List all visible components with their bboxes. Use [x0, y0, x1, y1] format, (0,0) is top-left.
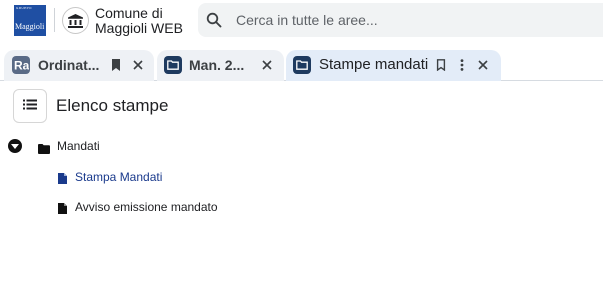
list-icon — [23, 97, 37, 115]
tab-label: Stampe mandati — [319, 56, 429, 73]
bookmark-icon[interactable] — [108, 57, 124, 73]
close-icon[interactable] — [130, 57, 146, 73]
app-header: GRUPPO Maggioli Comune di Maggioli WEB — [0, 0, 603, 42]
page-title: Elenco stampe — [56, 96, 169, 115]
tab-ordinativi[interactable]: Ra Ordinat... — [4, 50, 154, 81]
folder-icon — [38, 141, 50, 154]
folder-app-icon — [293, 56, 311, 74]
folder-app-icon — [164, 56, 182, 74]
header-divider — [54, 8, 55, 32]
tab-label: Man. 2... — [189, 57, 245, 73]
more-vert-icon[interactable] — [454, 57, 470, 73]
tree-item-avviso-emissione[interactable]: Avviso emissione mandato — [75, 200, 218, 215]
tab-man[interactable]: Man. 2... — [157, 50, 284, 81]
tab-stampe-mandati[interactable]: Stampe mandati — [286, 50, 501, 81]
maggioli-logo[interactable]: GRUPPO Maggioli — [14, 5, 46, 36]
search-input[interactable] — [234, 3, 603, 37]
ra-app-icon: Ra — [12, 56, 30, 74]
bookmark-outline-icon[interactable] — [433, 57, 449, 73]
entity-name: Comune di Maggioli WEB — [95, 6, 183, 36]
svg-text:Ra: Ra — [14, 59, 29, 73]
document-icon — [58, 171, 67, 184]
list-menu-button[interactable] — [13, 89, 47, 123]
tree-item-stampa-mandati[interactable]: Stampa Mandati — [75, 170, 162, 185]
entity-name-line2: Maggioli WEB — [95, 20, 183, 36]
collapse-toggle-icon[interactable] — [8, 139, 22, 153]
close-icon[interactable] — [259, 57, 275, 73]
tab-label: Ordinat... — [38, 57, 100, 73]
global-search[interactable] — [198, 3, 603, 37]
tab-strip: Ra Ordinat... Man. 2... Stampe mandati — [0, 45, 603, 81]
tree-root-mandati[interactable]: Mandati — [57, 139, 100, 154]
logo-text: Maggioli — [15, 22, 45, 31]
search-icon — [206, 12, 222, 28]
entity-name-line1: Comune di — [95, 5, 163, 21]
document-icon — [58, 201, 67, 214]
close-icon[interactable] — [475, 57, 491, 73]
logo-top-text: GRUPPO — [16, 6, 33, 10]
town-hall-icon[interactable] — [62, 7, 89, 34]
